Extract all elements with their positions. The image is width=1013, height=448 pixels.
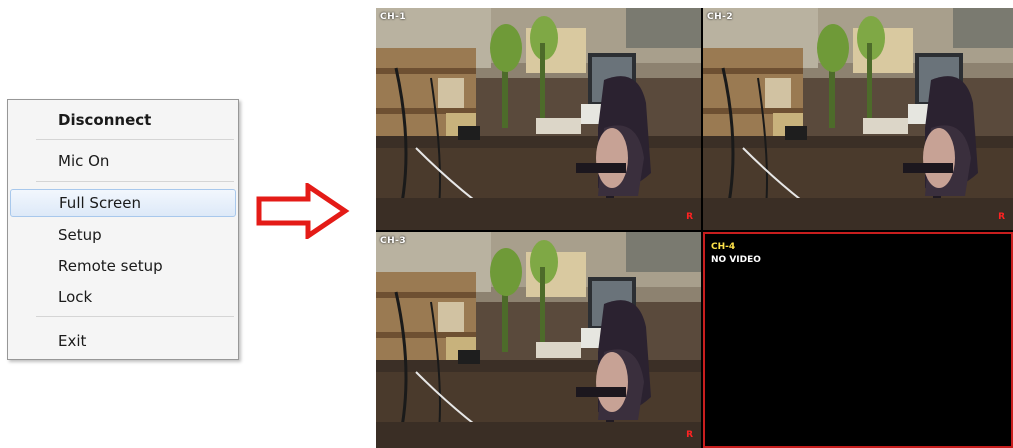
- menu-separator: [36, 181, 234, 182]
- record-badge: R: [686, 212, 693, 222]
- camera-feed-image: [703, 8, 1013, 230]
- record-badge: R: [686, 430, 693, 440]
- channel-label: CH-4: [711, 242, 736, 252]
- record-badge: R: [998, 212, 1005, 222]
- channel-label: CH-3: [380, 236, 407, 246]
- menu-item-remote-setup[interactable]: Remote setup: [10, 252, 236, 280]
- channel-label: CH-1: [380, 12, 407, 22]
- video-tile-ch1[interactable]: CH-1 R: [376, 8, 701, 230]
- video-tile-ch3[interactable]: CH-3 R: [376, 232, 701, 448]
- context-menu: Disconnect Mic On Full Screen Setup Remo…: [7, 99, 239, 360]
- menu-item-full-screen[interactable]: Full Screen: [10, 189, 236, 217]
- channel-label: CH-2: [707, 12, 734, 22]
- no-video-message: NO VIDEO: [711, 255, 761, 265]
- video-grid: CH-1 R CH-2 R CH-3 R CH-4 NO VIDEO: [376, 8, 1013, 448]
- menu-item-disconnect[interactable]: Disconnect: [10, 106, 236, 134]
- menu-item-lock[interactable]: Lock: [10, 283, 236, 311]
- menu-item-setup[interactable]: Setup: [10, 221, 236, 249]
- menu-item-mic-on[interactable]: Mic On: [10, 147, 236, 175]
- camera-feed-image: [376, 8, 701, 230]
- menu-separator: [36, 139, 234, 140]
- video-tile-ch4[interactable]: CH-4 NO VIDEO: [703, 232, 1013, 448]
- menu-item-exit[interactable]: Exit: [10, 327, 236, 355]
- right-arrow-icon: [256, 181, 352, 243]
- video-tile-ch2[interactable]: CH-2 R: [703, 8, 1013, 230]
- menu-separator: [36, 316, 234, 317]
- camera-feed-image: [376, 232, 701, 448]
